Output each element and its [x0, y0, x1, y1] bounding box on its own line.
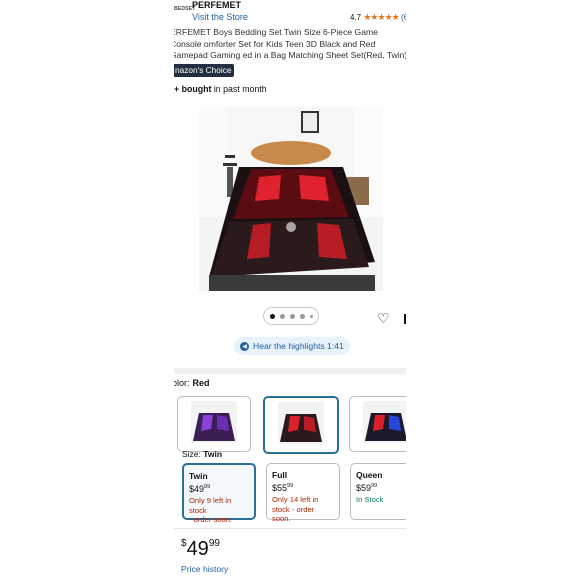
size-name: Queen: [356, 470, 383, 480]
size-selector-label: Size: Twin: [182, 449, 222, 459]
price-whole: 49: [186, 538, 209, 560]
size-price-cents: 99: [204, 484, 211, 490]
bought-in-past-month: + bought in past month: [174, 84, 267, 94]
size-price-cents: 99: [287, 483, 294, 489]
price-display: $4999: [181, 538, 220, 561]
stock-line-1: Only 14 left in: [272, 495, 319, 504]
price-history-link[interactable]: Price history: [181, 564, 228, 574]
size-price: $5999: [356, 483, 406, 493]
stock-line-1: Only 9 left in stock: [189, 496, 232, 515]
share-icon[interactable]: [404, 314, 406, 324]
rating-value: 4.7: [350, 13, 362, 22]
heart-icon[interactable]: ♡: [377, 310, 390, 327]
badge-label: nazon's Choice: [175, 65, 232, 75]
selected-color: Red: [192, 378, 210, 388]
rating-count: (6: [400, 13, 406, 22]
highlights-label: Hear the highlights 1:41: [253, 341, 344, 351]
star-icon: ★★★★★: [363, 12, 399, 22]
product-image[interactable]: [199, 107, 383, 291]
brand-name[interactable]: PERFEMET: [192, 0, 241, 10]
stock-status: In Stock: [356, 495, 406, 505]
hear-highlights-button[interactable]: ◀ Hear the highlights 1:41: [234, 337, 350, 355]
amazons-choice-badge: nazon's Choice: [174, 64, 235, 77]
size-price-whole: $55: [272, 483, 288, 493]
left-margin: [0, 0, 174, 580]
swatch-image: [363, 401, 406, 443]
size-price-whole: $59: [356, 483, 372, 493]
size-price: $4999: [189, 484, 249, 494]
color-swatch[interactable]: [349, 396, 406, 452]
size-name: Full: [272, 470, 288, 480]
carousel-dot[interactable]: [309, 314, 313, 318]
bought-count: + bought: [174, 84, 212, 94]
product-page: BEDSET PERFEMET Visit the Store 4.7 ★★★★…: [174, 0, 406, 580]
size-price-cents: 99: [371, 483, 378, 489]
visit-store-link[interactable]: Visit the Store: [192, 12, 248, 22]
color-selector-label: olor: Red: [174, 378, 210, 388]
swatch-image: [278, 402, 324, 444]
swatch-image: [191, 401, 237, 443]
bought-suffix: in past month: [211, 84, 267, 94]
stock-status: Only 14 left in stock - order soon.: [272, 495, 334, 524]
stock-line-2: stock - order soon.: [272, 504, 315, 524]
carousel-dot[interactable]: [269, 313, 275, 319]
audio-icon: ◀: [240, 341, 249, 351]
stock-status: Only 9 left in stock - order soon.: [189, 496, 249, 525]
carousel-dot[interactable]: [289, 313, 295, 319]
size-option-full[interactable]: Full $5599 Only 14 left in stock - order …: [266, 463, 340, 523]
size-option-twin[interactable]: Twin $4999 Only 9 left in stock - order s…: [182, 463, 256, 524]
selected-size: Twin: [203, 449, 223, 459]
carousel-dot[interactable]: [279, 313, 285, 319]
size-price: $5599: [272, 483, 334, 493]
rating-summary[interactable]: 4.7 ★★★★★ (6: [350, 12, 406, 23]
carousel-dot[interactable]: [299, 313, 305, 319]
color-swatch[interactable]: [177, 396, 251, 452]
color-label: olor:: [174, 378, 190, 388]
size-price-whole: $49: [189, 484, 205, 494]
product-title: ERFEMET Boys Bedding Set Twin Size 6-Pie…: [174, 27, 406, 60]
size-label: Size:: [182, 449, 201, 459]
color-swatch-selected[interactable]: [263, 396, 339, 454]
stock-line-2: - order soon.: [189, 515, 233, 524]
image-carousel-indicator[interactable]: [263, 307, 319, 325]
size-name: Twin: [189, 471, 208, 481]
section-divider: [174, 368, 406, 374]
size-option-queen[interactable]: Queen $5999 In Stock: [350, 463, 406, 520]
right-margin: [406, 0, 580, 580]
section-divider: [174, 528, 406, 529]
stock-line-1: In Stock: [356, 495, 384, 504]
price-cents: 99: [208, 538, 220, 549]
